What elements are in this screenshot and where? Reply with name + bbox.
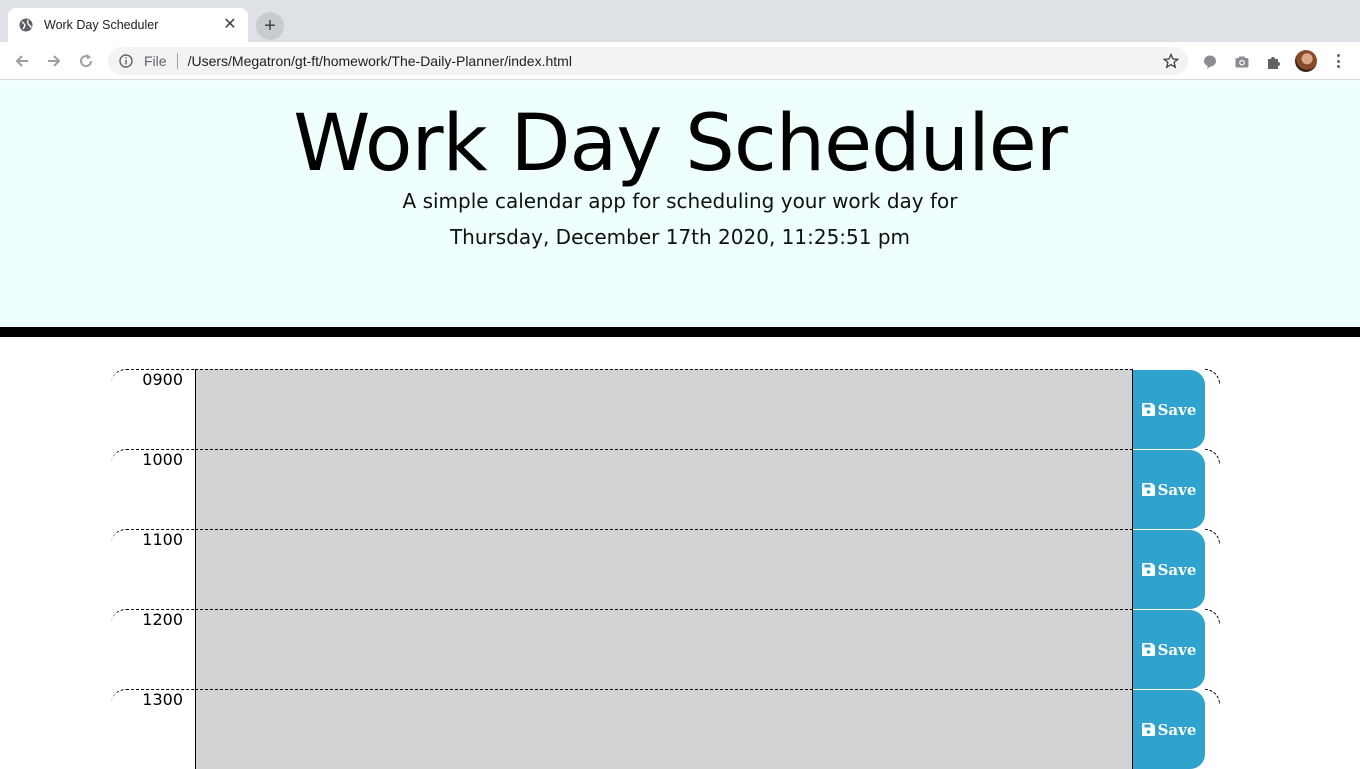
- row-corner: [1205, 369, 1220, 384]
- page-title: Work Day Scheduler: [293, 99, 1068, 189]
- time-block: 1200 Save: [111, 609, 1220, 689]
- time-block: 1000 Save: [111, 449, 1220, 529]
- save-button[interactable]: Save: [1133, 610, 1205, 689]
- url-scheme-label: File: [144, 53, 167, 69]
- floppy-disk-icon: [1142, 403, 1156, 417]
- event-description-textarea[interactable]: [195, 529, 1133, 609]
- tab-title: Work Day Scheduler: [44, 18, 159, 32]
- browser-tab[interactable]: Work Day Scheduler ✕: [8, 8, 248, 42]
- current-day: Thursday, December 17th 2020, 11:25:51 p…: [449, 225, 911, 249]
- browser-menu-icon[interactable]: [1330, 52, 1346, 70]
- profile-avatar[interactable]: [1295, 50, 1317, 72]
- url-text[interactable]: /Users/Megatron/gt-ft/homework/The-Daily…: [188, 53, 1162, 69]
- back-arrow-icon[interactable]: [11, 50, 33, 72]
- row-corner: [1205, 609, 1220, 624]
- extension-bubble-icon[interactable]: [1200, 52, 1220, 72]
- camera-icon[interactable]: [1232, 52, 1252, 72]
- globe-icon: [18, 17, 34, 33]
- save-button[interactable]: Save: [1133, 530, 1205, 609]
- url-separator: [176, 53, 178, 69]
- row-corner: [1205, 529, 1220, 544]
- save-label: Save: [1157, 560, 1197, 579]
- browser-tab-strip: Work Day Scheduler ✕ +: [0, 0, 1360, 42]
- hour-label: 1100: [111, 529, 195, 609]
- new-tab-button[interactable]: +: [256, 12, 284, 40]
- save-label: Save: [1157, 640, 1197, 659]
- forward-arrow-icon[interactable]: [43, 50, 65, 72]
- save-label: Save: [1157, 400, 1197, 419]
- row-corner: [1205, 449, 1220, 464]
- floppy-disk-icon: [1142, 563, 1156, 577]
- time-block: 1300 Save: [111, 689, 1220, 769]
- page-header: Work Day Scheduler A simple calendar app…: [0, 81, 1360, 327]
- hour-label: 1300: [111, 689, 195, 769]
- row-corner: [1205, 689, 1220, 704]
- save-label: Save: [1157, 720, 1197, 739]
- info-icon[interactable]: [118, 53, 134, 69]
- header-divider: [0, 327, 1360, 337]
- time-block: 0900 Save: [111, 369, 1220, 449]
- event-description-textarea[interactable]: [195, 449, 1133, 529]
- event-description-textarea[interactable]: [195, 369, 1133, 449]
- page-lead: A simple calendar app for scheduling you…: [402, 189, 958, 213]
- hour-label: 1000: [111, 449, 195, 529]
- floppy-disk-icon: [1142, 483, 1156, 497]
- save-button[interactable]: Save: [1133, 450, 1205, 529]
- close-icon[interactable]: ✕: [222, 17, 238, 33]
- save-label: Save: [1157, 480, 1197, 499]
- hour-label: 0900: [111, 369, 195, 449]
- save-button[interactable]: Save: [1133, 370, 1205, 449]
- address-bar[interactable]: File /Users/Megatron/gt-ft/homework/The-…: [108, 47, 1188, 75]
- event-description-textarea[interactable]: [195, 609, 1133, 689]
- floppy-disk-icon: [1142, 643, 1156, 657]
- reload-icon[interactable]: [75, 50, 97, 72]
- browser-toolbar: File /Users/Megatron/gt-ft/homework/The-…: [0, 42, 1360, 80]
- bookmark-star-icon[interactable]: [1162, 52, 1180, 70]
- time-block: 1100 Save: [111, 529, 1220, 609]
- hour-label: 1200: [111, 609, 195, 689]
- event-description-textarea[interactable]: [195, 689, 1133, 769]
- save-button[interactable]: Save: [1133, 690, 1205, 769]
- puzzle-extensions-icon[interactable]: [1264, 52, 1284, 72]
- floppy-disk-icon: [1142, 723, 1156, 737]
